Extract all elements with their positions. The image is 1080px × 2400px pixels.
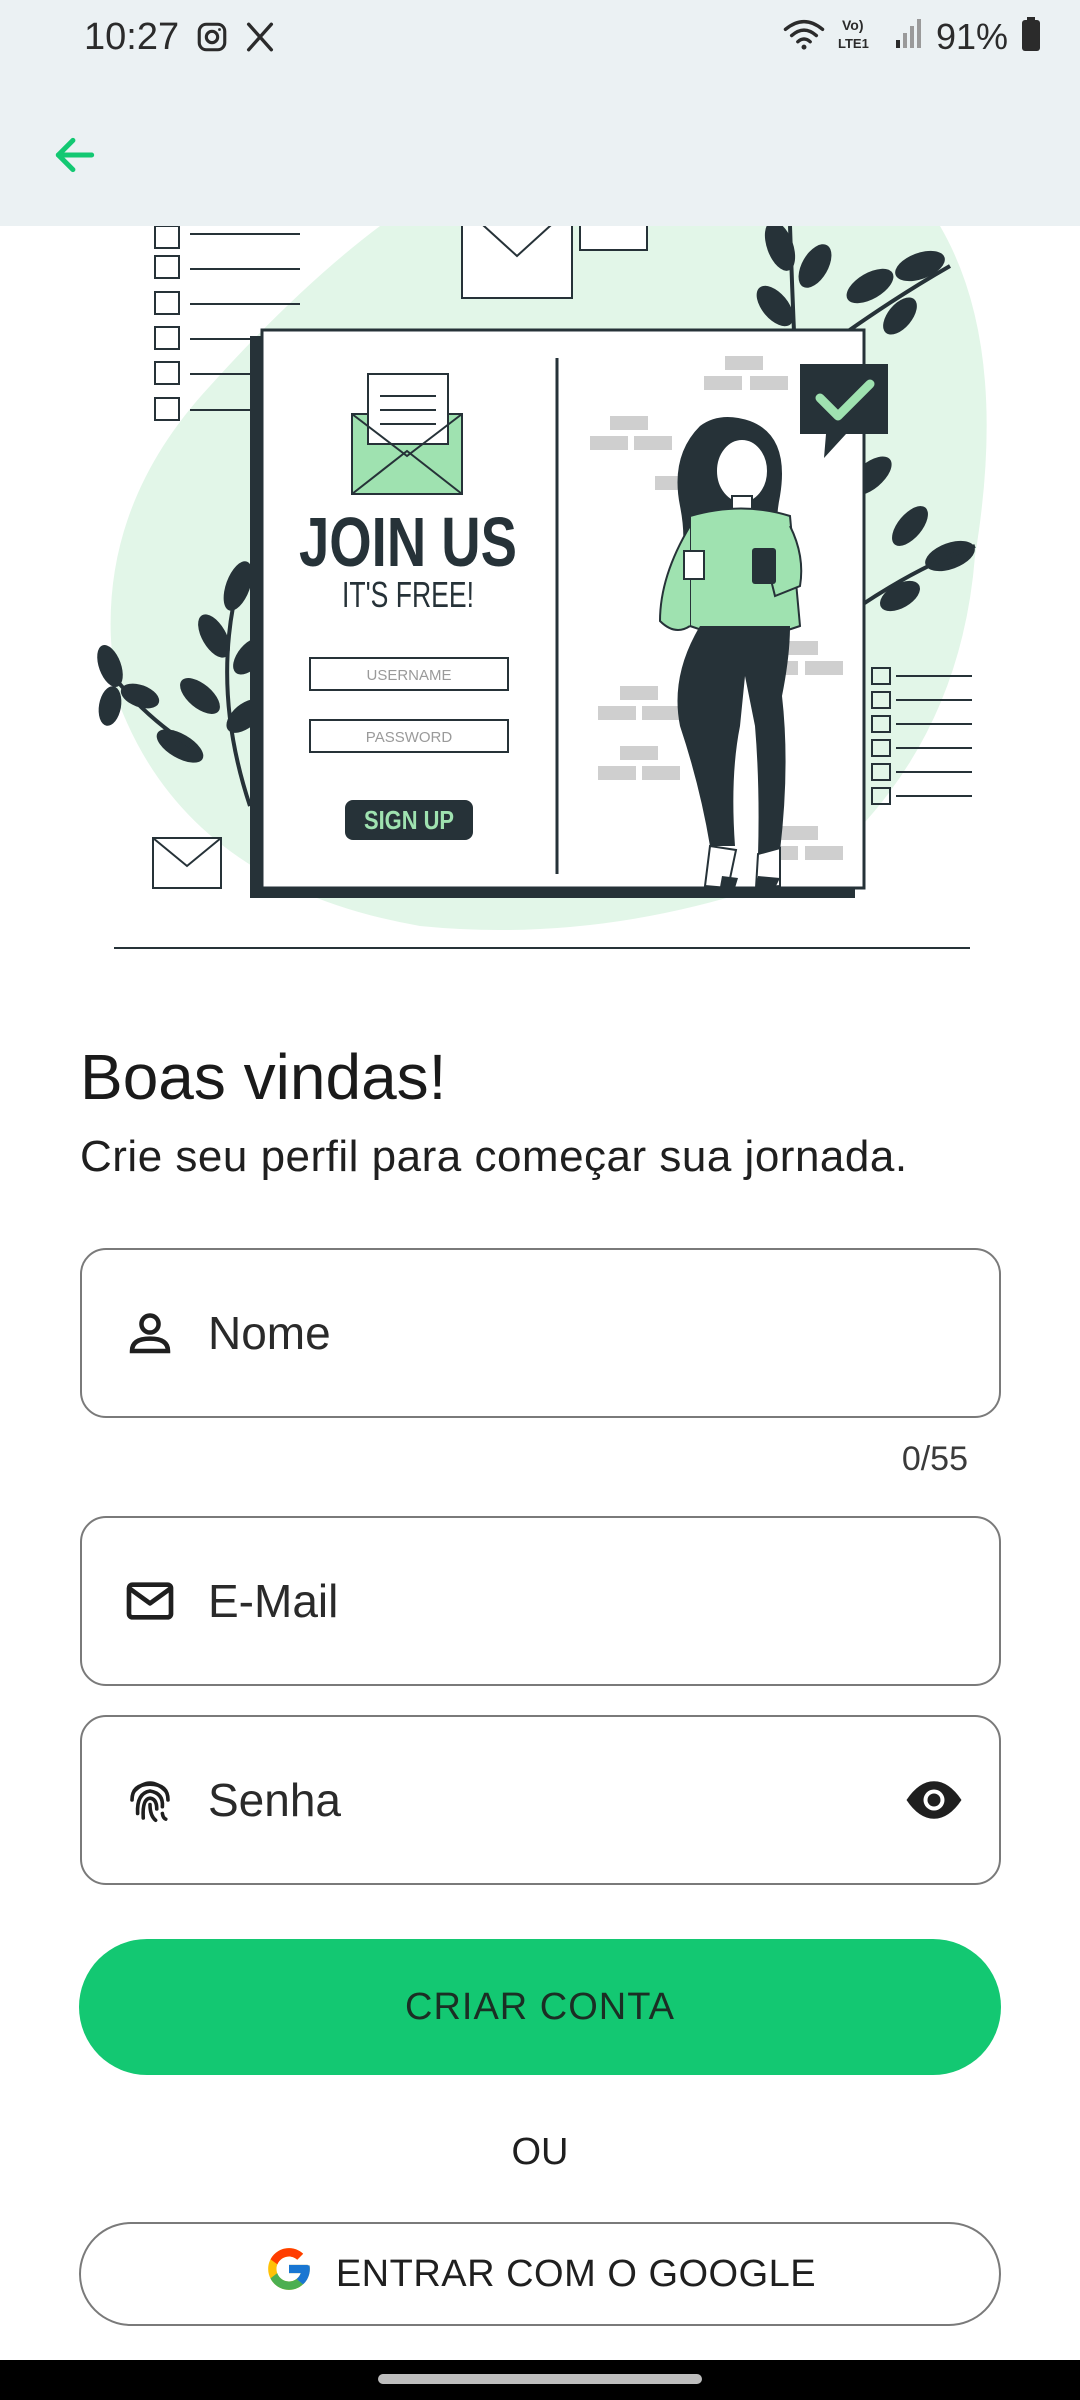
password-field[interactable]: Senha (80, 1715, 1001, 1885)
home-handle[interactable] (378, 2374, 702, 2384)
person-icon (118, 1301, 182, 1365)
google-icon (264, 2244, 314, 2304)
name-char-counter: 0/55 (901, 1440, 968, 1478)
status-time: 10:27 (84, 16, 180, 58)
illustration-heading: JOIN US (299, 503, 517, 581)
app-bar (0, 78, 1080, 226)
google-signin-button[interactable]: ENTRAR COM O GOOGLE (79, 2222, 1001, 2326)
volte-icon: Vo) LTE1 (838, 14, 882, 59)
email-placeholder: E-Mail (208, 1575, 339, 1627)
welcome-title: Boas vindas! (80, 1041, 447, 1113)
status-bar: 10:27 Vo) LTE1 91% (0, 0, 1080, 78)
google-button-label: ENTRAR COM O GOOGLE (335, 2252, 817, 2295)
battery-percent: 91% (935, 15, 1008, 57)
svg-text:Vo): Vo) (842, 17, 864, 33)
or-divider: OU (511, 2131, 569, 2173)
instagram-icon (195, 20, 229, 59)
create-account-button[interactable]: CRIAR CONTA (79, 1939, 1001, 2075)
arrow-left-icon (50, 130, 100, 185)
name-placeholder: Nome (208, 1307, 331, 1359)
signal-icon (894, 18, 924, 55)
back-button[interactable] (40, 122, 110, 192)
password-placeholder: Senha (208, 1774, 342, 1826)
system-nav-bar (0, 2360, 1080, 2400)
wifi-icon (782, 17, 826, 56)
signup-illustration: JOIN US IT'S FREE! USERNAME PASSWORD SIG… (0, 226, 1080, 956)
status-right-group: Vo) LTE1 91% (782, 14, 1042, 59)
email-field[interactable]: E-Mail (80, 1516, 1001, 1686)
fingerprint-icon (118, 1768, 182, 1832)
status-left-icons (195, 20, 277, 59)
mail-icon (118, 1569, 182, 1633)
illustration-username: USERNAME (366, 667, 451, 684)
welcome-subtitle: Crie seu perfil para começar sua jornada… (80, 1132, 908, 1181)
name-field[interactable]: Nome (80, 1248, 1001, 1418)
battery-icon (1020, 16, 1042, 57)
eye-icon[interactable] (899, 1765, 969, 1835)
illustration-subheading: IT'S FREE! (342, 574, 474, 615)
svg-text:LTE1: LTE1 (838, 36, 869, 51)
illustration-password: PASSWORD (366, 729, 453, 746)
illustration-signup: SIGN UP (364, 805, 454, 835)
x-icon (243, 20, 277, 59)
